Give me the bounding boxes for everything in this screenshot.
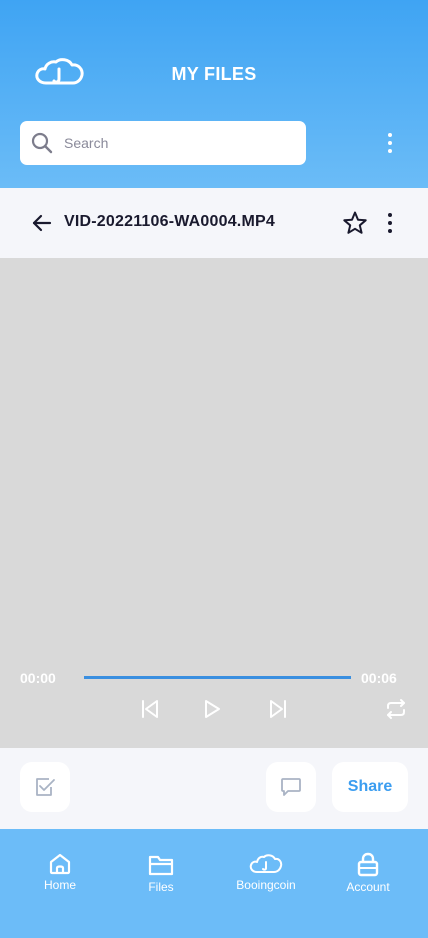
- nav-label: Files: [148, 880, 174, 894]
- nav-item-home[interactable]: Home: [34, 852, 86, 892]
- page-title: MY FILES: [171, 64, 257, 84]
- nav-label: Account: [346, 880, 390, 894]
- more-vertical-icon[interactable]: [378, 131, 402, 155]
- current-time: 00:00: [20, 670, 56, 686]
- search-icon: [31, 132, 53, 154]
- more-vertical-icon[interactable]: [378, 211, 402, 235]
- skip-previous-icon[interactable]: [138, 697, 162, 721]
- back-arrow-icon[interactable]: [30, 211, 54, 235]
- nav-item-files[interactable]: Files: [135, 852, 187, 894]
- nav-item-booingcoin[interactable]: Booingcoin: [231, 852, 301, 892]
- nav-item-account[interactable]: Account: [340, 852, 396, 894]
- cloud-icon: [249, 854, 283, 873]
- progress-fill: [84, 676, 351, 679]
- duration: 00:06: [361, 670, 397, 686]
- search-input[interactable]: [64, 121, 294, 165]
- comment-icon: [281, 778, 301, 796]
- progress-bar[interactable]: [84, 676, 351, 679]
- lock-icon: [357, 852, 379, 877]
- nav-label: Home: [43, 878, 76, 892]
- nav-label: Booingcoin: [236, 878, 296, 892]
- checkbox-icon: [36, 778, 55, 796]
- share-button[interactable]: Share: [332, 762, 408, 812]
- repeat-icon[interactable]: [384, 697, 408, 721]
- home-icon: [49, 853, 71, 875]
- star-icon[interactable]: [342, 210, 368, 236]
- skip-next-icon[interactable]: [266, 697, 290, 721]
- comment-button[interactable]: [266, 762, 316, 812]
- select-button[interactable]: [20, 762, 70, 812]
- file-name: VID-20221106-WA0004.MP4: [64, 213, 275, 230]
- play-icon[interactable]: [200, 697, 224, 721]
- search-bar[interactable]: [20, 121, 306, 165]
- folder-icon: [148, 855, 174, 876]
